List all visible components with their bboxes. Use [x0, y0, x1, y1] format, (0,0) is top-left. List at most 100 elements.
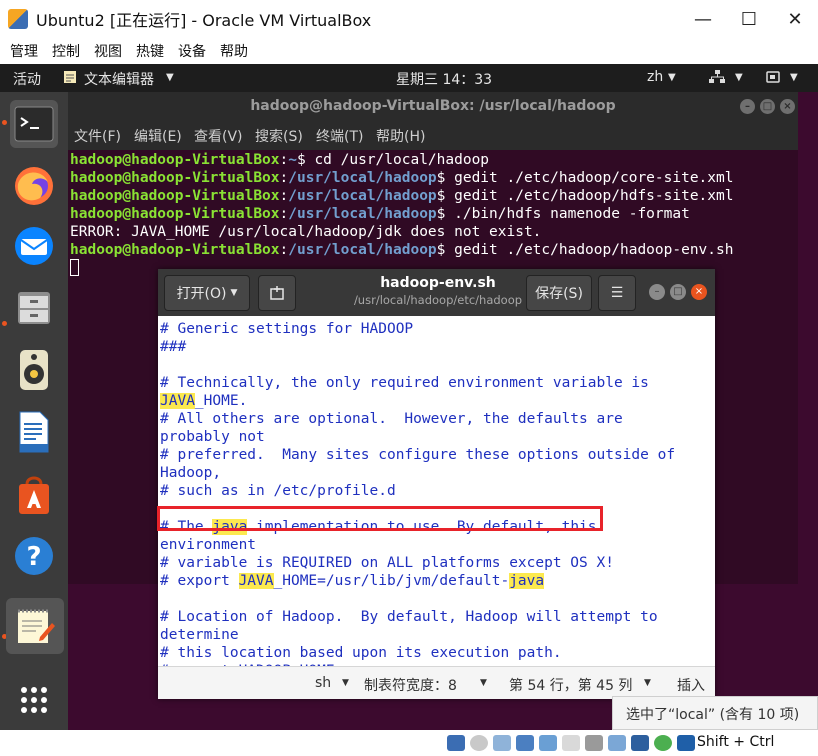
- annotation-highlight-box: [157, 506, 603, 531]
- gedit-window[interactable]: 打开(O) ▼ hadoop-env.sh /usr/local/hadoop/…: [158, 269, 715, 699]
- search-highlight: JAVA: [238, 573, 274, 589]
- software-icon[interactable]: [10, 470, 58, 518]
- editor-line: # Generic settings for HADOOP: [160, 320, 713, 338]
- host-key-label: Shift + Ctrl: [697, 734, 775, 750]
- save-button[interactable]: 保存(S): [526, 275, 592, 311]
- video-capture-icon[interactable]: [608, 735, 626, 751]
- hard-disk-icon[interactable]: [447, 735, 465, 751]
- terminal-running-indicator: [2, 120, 7, 125]
- usb-icon[interactable]: [539, 735, 557, 751]
- terminal-line: ERROR: JAVA_HOME /usr/local/hadoop/jdk d…: [70, 223, 796, 241]
- firefox-icon[interactable]: [10, 162, 58, 210]
- open-button-label: 打开(O): [176, 286, 227, 302]
- new-document-icon[interactable]: [258, 275, 296, 311]
- show-apps-icon[interactable]: [10, 676, 58, 724]
- power-icon[interactable]: [765, 69, 783, 89]
- network-caret-icon[interactable]: ▼: [735, 72, 743, 83]
- cursor-position-caret-icon[interactable]: ▼: [644, 678, 651, 688]
- activities-button[interactable]: 活动: [13, 69, 41, 89]
- command-text: $ cd /usr/local/hadoop: [296, 152, 490, 168]
- prompt-user: hadoop@hadoop-VirtualBox: [70, 188, 280, 204]
- language-selector[interactable]: sh: [315, 675, 331, 691]
- menu-control[interactable]: 控制: [52, 41, 80, 61]
- terminal-line: hadoop@hadoop-VirtualBox:/usr/local/hado…: [70, 241, 796, 259]
- maximize-button[interactable]: ☐: [726, 0, 772, 38]
- editor-line: determine: [160, 626, 713, 644]
- document-title: hadoop-env.sh: [380, 275, 496, 291]
- open-button[interactable]: 打开(O) ▼: [164, 275, 250, 311]
- app-menu[interactable]: 文本编辑器: [84, 69, 154, 89]
- writer-icon[interactable]: [10, 408, 58, 456]
- optical-drive-icon[interactable]: [470, 735, 488, 751]
- menu-manage[interactable]: 管理: [10, 41, 38, 61]
- hamburger-menu-label: ☰: [610, 285, 624, 301]
- shared-folders-icon[interactable]: [562, 735, 580, 751]
- minimize-button[interactable]: —: [680, 0, 726, 38]
- ubuntu-dock: ?: [0, 92, 68, 756]
- help-icon[interactable]: ?: [10, 532, 58, 580]
- command-text: $ gedit ./etc/hadoop/hdfs-site.xml: [436, 188, 734, 204]
- prompt-user: hadoop@hadoop-VirtualBox: [70, 206, 280, 222]
- terminal-line: hadoop@hadoop-VirtualBox:/usr/local/hado…: [70, 187, 796, 205]
- menu-hotkeys[interactable]: 热键: [136, 41, 164, 61]
- editor-line: # this location based upon its execution…: [160, 644, 713, 662]
- terminal-menu-file[interactable]: 文件(F): [74, 126, 121, 146]
- input-method-caret-icon[interactable]: ▼: [668, 72, 676, 83]
- gedit-close-icon[interactable]: ×: [691, 284, 707, 300]
- search-highlight: java: [509, 573, 545, 589]
- hamburger-menu-icon[interactable]: ☰: [598, 275, 636, 311]
- terminal-menu-terminal[interactable]: 终端(T): [316, 126, 363, 146]
- terminal-menu-help[interactable]: 帮助(H): [376, 126, 425, 146]
- vbox-title-bar: Ubuntu2 [正在运行] - Oracle VM VirtualBox — …: [0, 0, 818, 38]
- editor-line: # export JAVA_HOME=/usr/lib/jvm/default-…: [160, 572, 713, 590]
- save-button-label: 保存(S): [535, 286, 583, 302]
- terminal-maximize-icon[interactable]: □: [760, 99, 775, 114]
- network-adapter-icon[interactable]: [516, 735, 534, 751]
- text-editor-icon[interactable]: [6, 598, 64, 654]
- prompt-colon: :: [279, 152, 289, 168]
- vbox-status-bar: Shift + Ctrl: [0, 730, 818, 756]
- gedit-minimize-icon[interactable]: –: [649, 284, 665, 300]
- files-icon[interactable]: [10, 284, 58, 332]
- mouse-integration-icon[interactable]: [654, 735, 672, 751]
- prompt-colon: :: [279, 206, 289, 222]
- terminal-icon[interactable]: [10, 100, 58, 148]
- terminal-menu-edit[interactable]: 编辑(E): [134, 126, 182, 146]
- network-icon[interactable]: [708, 69, 726, 89]
- tab-width-selector[interactable]: 制表符宽度：8: [364, 675, 457, 695]
- app-menu-caret-icon[interactable]: ▼: [166, 72, 174, 83]
- host-key-arrow-icon: [677, 735, 695, 751]
- system-caret-icon[interactable]: ▼: [790, 72, 798, 83]
- text-editor-content[interactable]: # Generic settings for HADOOP ### # Techni…: [158, 316, 715, 666]
- command-text: $ gedit ./etc/hadoop/core-site.xml: [436, 170, 734, 186]
- terminal-menu-view[interactable]: 查看(V): [194, 126, 243, 146]
- vbox-menu-bar: 管理 控制 视图 热键 设备 帮助: [0, 38, 818, 64]
- terminal-menu-search[interactable]: 搜索(S): [255, 126, 303, 146]
- cpu-icon[interactable]: [631, 735, 649, 751]
- editor-text: # preferred. Many sites configure these …: [160, 447, 676, 463]
- prompt-path: /usr/local/hadoop: [288, 170, 437, 186]
- document-path: /usr/local/hadoop/etc/hadoop: [353, 293, 523, 307]
- audio-icon[interactable]: [493, 735, 511, 751]
- gedit-maximize-icon[interactable]: □: [670, 284, 686, 300]
- menu-help[interactable]: 帮助: [220, 41, 248, 61]
- terminal-title-bar: hadoop@hadoop-VirtualBox: /usr/local/had…: [68, 92, 798, 120]
- close-button[interactable]: ✕: [772, 0, 818, 38]
- cursor-position[interactable]: 第 54 行，第 45 列: [509, 675, 632, 695]
- rhythmbox-icon[interactable]: [10, 346, 58, 394]
- command-text: $ ./bin/hdfs namenode -format: [436, 206, 690, 222]
- menu-devices[interactable]: 设备: [178, 41, 206, 61]
- menu-view[interactable]: 视图: [94, 41, 122, 61]
- prompt-user: hadoop@hadoop-VirtualBox: [70, 170, 280, 186]
- terminal-title: hadoop@hadoop-VirtualBox: /usr/local/had…: [250, 98, 616, 114]
- language-caret-icon[interactable]: ▼: [342, 678, 349, 688]
- editor-text: # such as in /etc/profile.d: [160, 483, 396, 499]
- clock[interactable]: 星期三 14：33: [396, 69, 492, 89]
- input-method-indicator[interactable]: zh: [647, 69, 663, 85]
- editor-text: # Generic settings for HADOOP: [160, 321, 414, 337]
- terminal-minimize-icon[interactable]: –: [740, 99, 755, 114]
- tab-width-caret-icon[interactable]: ▼: [480, 678, 487, 688]
- terminal-close-icon[interactable]: ×: [780, 99, 795, 114]
- display-icon[interactable]: [585, 735, 603, 751]
- thunderbird-icon[interactable]: [10, 222, 58, 270]
